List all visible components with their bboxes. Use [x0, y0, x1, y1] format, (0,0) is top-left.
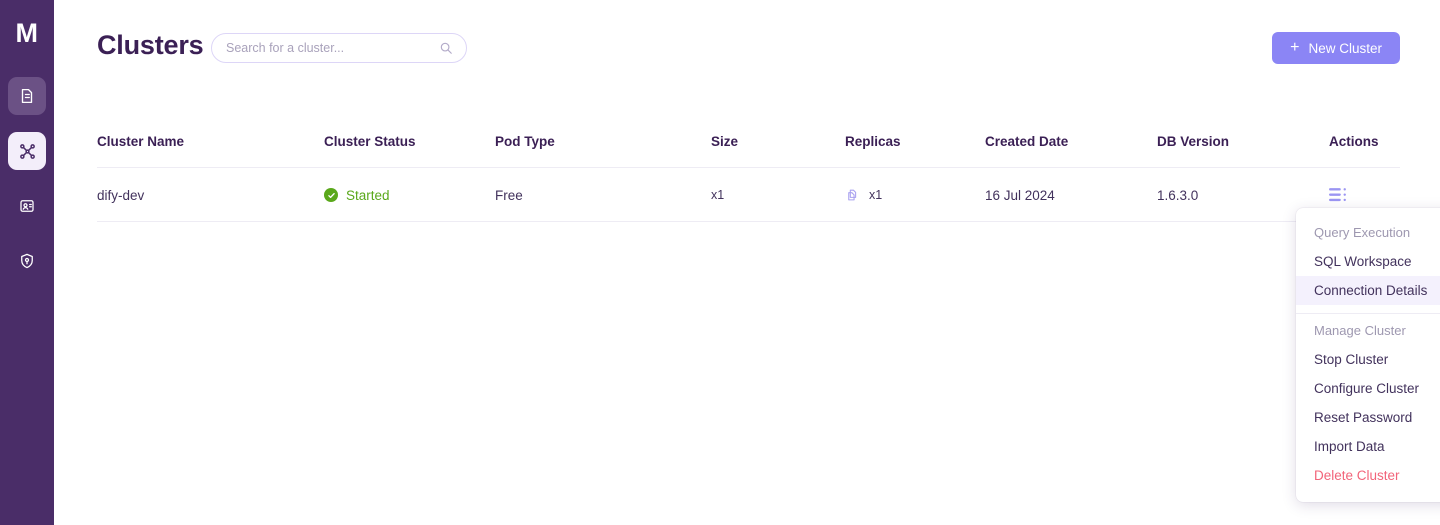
column-header-db-version: DB Version [1157, 133, 1230, 149]
sidebar: M [0, 0, 54, 525]
sidebar-item-clusters[interactable] [8, 132, 46, 170]
page-title: Clusters [97, 30, 204, 60]
menu-item-sql-workspace[interactable]: SQL Workspace [1296, 247, 1440, 276]
list-actions-icon [1329, 187, 1349, 203]
cell-cluster-name: dify-dev [97, 187, 145, 203]
cell-db-version: 1.6.3.0 [1157, 187, 1199, 203]
page-header: Clusters + New Cluster [54, 0, 1440, 96]
sidebar-item-security[interactable] [8, 242, 46, 280]
menu-item-connection-details[interactable]: Connection Details [1296, 276, 1440, 305]
search-box[interactable] [211, 33, 467, 63]
app-logo[interactable]: M [0, 6, 54, 60]
table-header-row: Cluster Name Cluster Status Pod Type Siz… [97, 114, 1400, 168]
column-header-cluster-name: Cluster Name [97, 133, 185, 149]
replicas-count: x1 [869, 188, 883, 202]
clusters-table: Cluster Name Cluster Status Pod Type Siz… [97, 114, 1400, 222]
status-badge: Started [346, 187, 390, 203]
search-icon[interactable] [439, 41, 453, 55]
cell-cluster-status: Started [324, 168, 390, 222]
cell-size: x1 [711, 188, 725, 202]
sidebar-item-account[interactable] [8, 187, 46, 225]
menu-item-reset-password[interactable]: Reset Password [1296, 403, 1440, 432]
main-content: Clusters + New Cluster Cluster Name Clus… [54, 0, 1440, 525]
menu-item-import-data[interactable]: Import Data [1296, 432, 1440, 461]
column-header-actions: Actions [1329, 133, 1379, 149]
cell-replicas: x1 [845, 168, 882, 222]
account-icon [18, 197, 36, 215]
column-header-replicas: Replicas [845, 133, 901, 149]
cell-created-date: 16 Jul 2024 [985, 187, 1055, 203]
database-icon [18, 87, 36, 105]
menu-item-delete-cluster[interactable]: Delete Cluster [1296, 461, 1440, 490]
menu-item-configure-cluster[interactable]: Configure Cluster [1296, 374, 1440, 403]
new-cluster-button[interactable]: + New Cluster [1272, 32, 1400, 64]
menu-section-label-query-execution: Query Execution [1314, 225, 1411, 240]
column-header-created-date: Created Date [985, 133, 1069, 149]
plus-icon: + [1290, 39, 1300, 56]
check-circle-icon [324, 188, 338, 202]
column-header-size: Size [711, 133, 739, 149]
table-row[interactable]: dify-dev Started Free x1 x1 16 Jul 2024 … [97, 168, 1400, 222]
new-cluster-label: New Cluster [1308, 40, 1382, 56]
copies-icon [845, 188, 860, 203]
menu-item-stop-cluster[interactable]: Stop Cluster [1296, 345, 1440, 374]
security-icon [18, 252, 36, 270]
sidebar-item-database[interactable] [8, 77, 46, 115]
clusters-icon [18, 142, 37, 161]
column-header-pod-type: Pod Type [495, 133, 555, 149]
cell-pod-type: Free [495, 187, 523, 203]
column-header-cluster-status: Cluster Status [324, 133, 416, 149]
menu-section-label-manage-cluster: Manage Cluster [1314, 323, 1406, 338]
row-actions-menu: Query Execution SQL Workspace Connection… [1296, 208, 1440, 502]
search-input[interactable] [212, 34, 439, 62]
